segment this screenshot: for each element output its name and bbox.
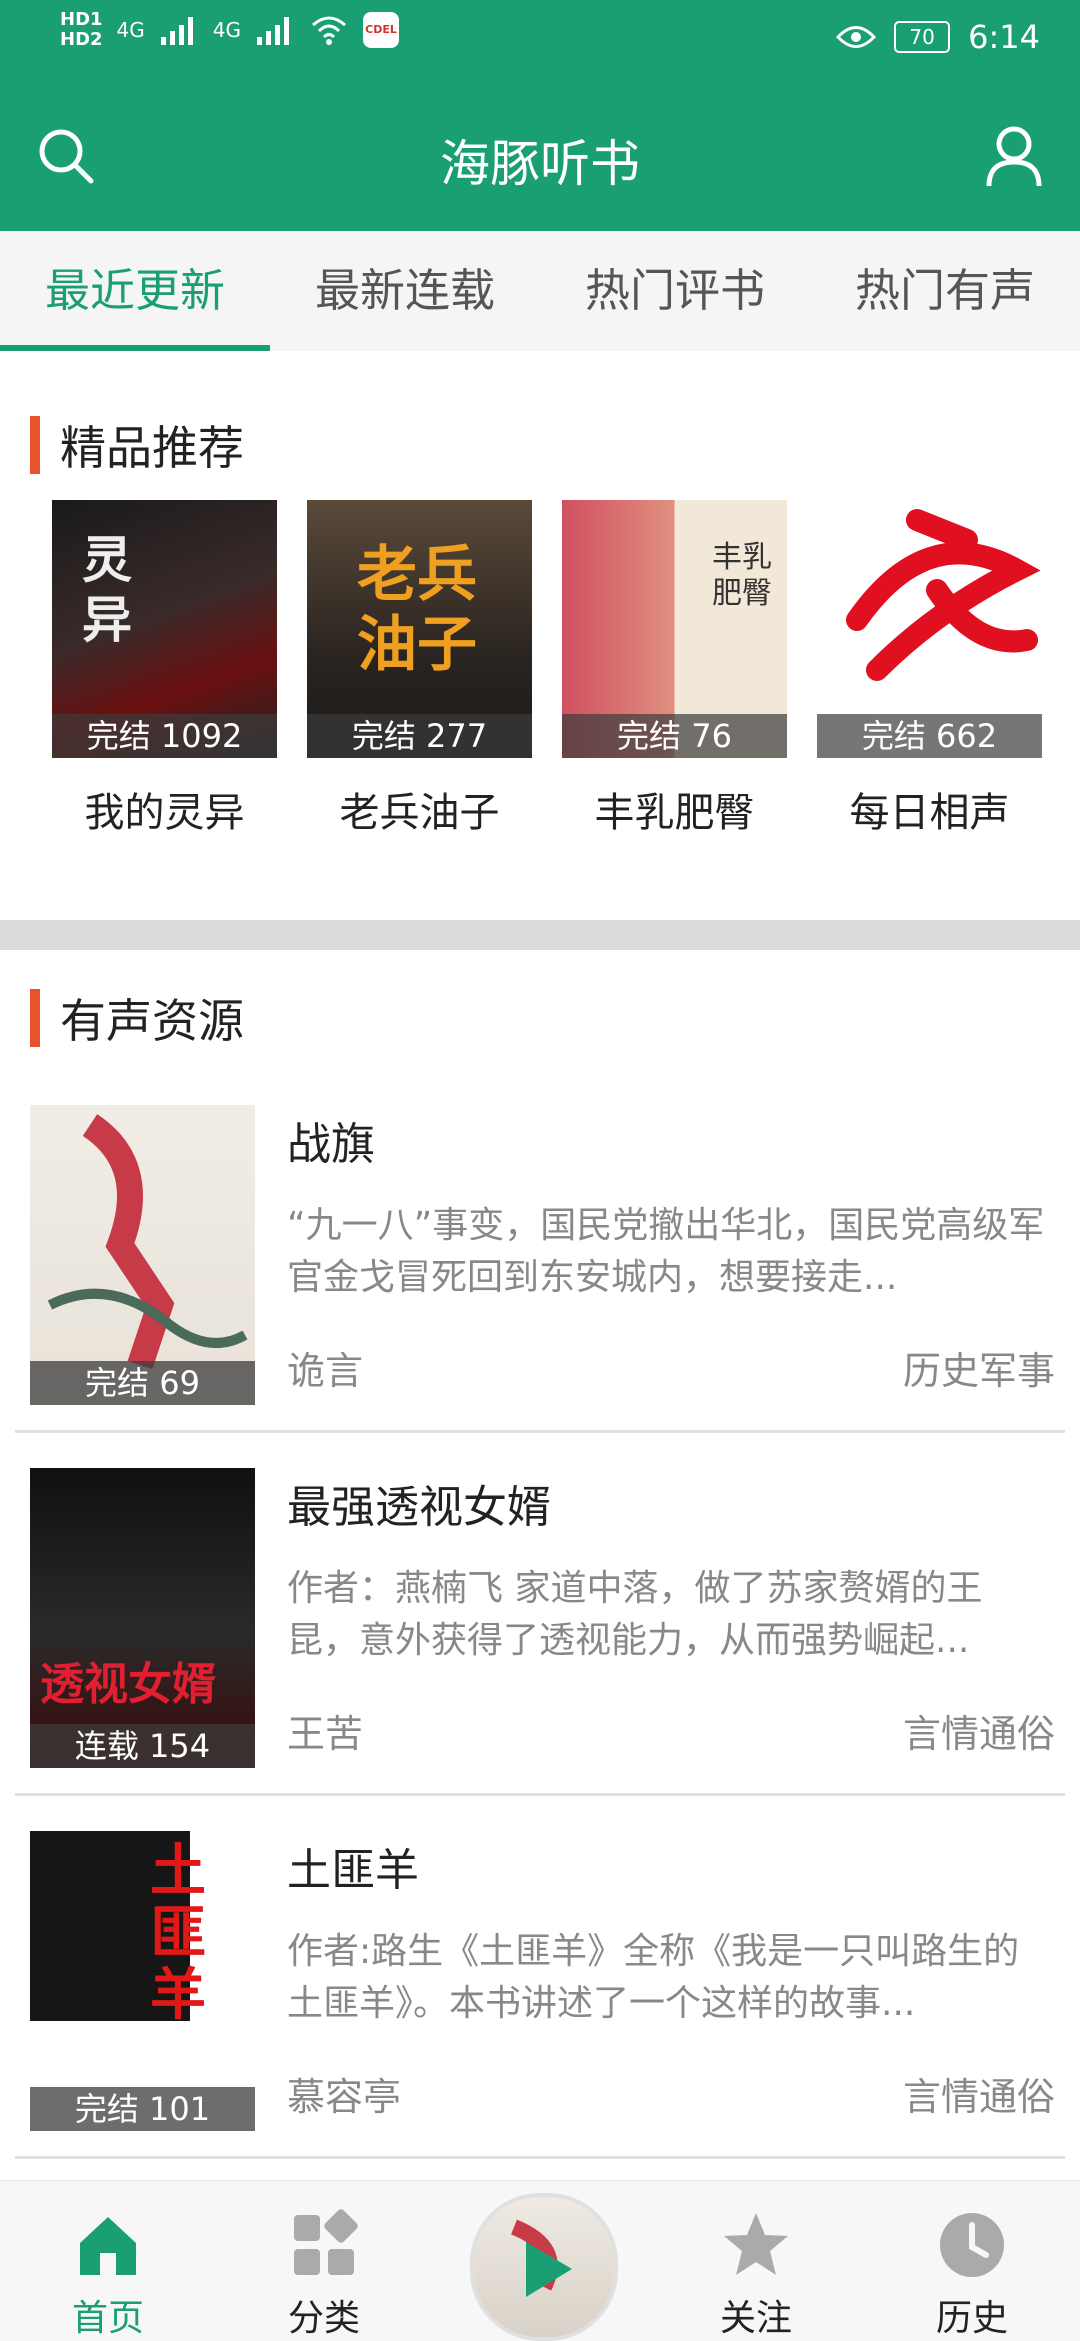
section-accent-bar: [30, 416, 40, 474]
book-description: 作者:路生《土匪羊》全称《我是一只叫路生的土匪羊》。本书讲述了一个这样的故事..…: [287, 1931, 1020, 2024]
featured-card[interactable]: 丰乳 肥臀 完结 76 丰乳肥臀: [562, 500, 787, 838]
book-name: 土匪羊: [287, 1845, 419, 1896]
book-author: 诡言: [287, 1349, 364, 1393]
app-badge-icon: CDEL: [363, 12, 399, 48]
book-cover: 土匪羊 完结 101: [30, 1831, 255, 2131]
book-name: 最强透视女婿: [287, 1482, 551, 1533]
clock: 6:14: [968, 18, 1040, 56]
cover-art: 土匪羊: [150, 1839, 206, 2028]
nav-label: 分类: [287, 2298, 360, 2339]
hd2-label: HD2: [60, 29, 103, 50]
list-item[interactable]: 土匪羊 完结 101 土匪羊 作者:路生《土匪羊》全称《我是一只叫路生的土匪羊》…: [15, 1826, 1065, 2159]
book-status: 完结 101: [30, 2087, 255, 2131]
book-genre: 言情通俗: [902, 2075, 1055, 2119]
cover-art: 老兵 油子: [357, 540, 477, 680]
book-name: 每日相声: [849, 790, 1010, 836]
book-genre: 言情通俗: [902, 1712, 1055, 1756]
book-cover: 完结 662: [817, 500, 1042, 758]
featured-list: 灵异 完结 1092 我的灵异 老兵 油子 完结 277 老兵油子 丰乳 肥臀 完结…: [0, 500, 1080, 836]
network-label-1: 4G: [116, 18, 145, 42]
book-status: 完结 69: [30, 1361, 255, 1405]
book-name: 老兵油子: [339, 790, 500, 836]
book-cover: 灵异 完结 1092: [52, 500, 277, 758]
tab-hot-pingshu[interactable]: 热门评书: [540, 231, 810, 351]
nav-history[interactable]: 历史: [864, 2181, 1080, 2341]
book-name: 丰乳肥臀: [594, 790, 755, 836]
featured-card[interactable]: 完结 662 每日相声: [817, 500, 1042, 838]
status-bar: HD1 HD2 4G 4G CDEL 70 6:14: [0, 0, 1080, 78]
signal-icon: [257, 17, 289, 45]
tab-new-serial[interactable]: 最新连载: [270, 231, 540, 351]
list-item[interactable]: 透视女婿 连载 154 最强透视女婿 作者：燕楠飞 家道中落，做了苏家赘婿的王昆…: [15, 1463, 1065, 1796]
network-label-2: 4G: [212, 18, 241, 42]
home-icon: [80, 2217, 136, 2275]
app-title: 海豚听书: [440, 135, 640, 193]
nav-home[interactable]: 首页: [0, 2181, 216, 2341]
user-icon[interactable]: [984, 124, 1044, 188]
tab-recent[interactable]: 最近更新: [0, 231, 270, 351]
book-status: 连载 154: [30, 1724, 255, 1768]
nav-follow[interactable]: 关注: [648, 2181, 864, 2341]
book-cover: 透视女婿 连载 154: [30, 1468, 255, 1768]
signal-icon: [160, 17, 193, 45]
cover-art: [846, 509, 1041, 681]
hd1-label: HD1: [60, 9, 103, 30]
cover-art: [47, 1114, 248, 1370]
featured-card[interactable]: 灵异 完结 1092 我的灵异: [52, 500, 277, 838]
star-icon: [724, 2213, 788, 2275]
book-cover: 丰乳 肥臀 完结 76: [562, 500, 787, 758]
nav-label: 关注: [719, 2298, 792, 2339]
section-accent-bar: [30, 989, 40, 1047]
book-cover: 老兵 油子 完结 277: [307, 500, 532, 758]
wifi-icon: [312, 16, 346, 45]
cover-art: 灵异: [82, 531, 132, 649]
book-status: 完结 76: [562, 714, 787, 758]
featured-card[interactable]: 老兵 油子 完结 277 老兵油子: [307, 500, 532, 838]
section-divider: [0, 920, 1080, 950]
tab-hot-audio[interactable]: 热门有声: [810, 231, 1080, 351]
nav-category[interactable]: 分类: [216, 2181, 432, 2341]
featured-section-title: 精品推荐: [30, 412, 244, 478]
category-tabs: 最近更新 最新连载 热门评书 热门有声: [0, 231, 1080, 351]
now-playing-button[interactable]: [470, 2193, 618, 2341]
book-name: 战旗: [287, 1119, 375, 1170]
audio-section-title: 有声资源: [30, 985, 244, 1051]
book-author: 慕容亭: [287, 2075, 402, 2119]
app-bar: 海豚听书: [0, 78, 1080, 231]
nav-label: 首页: [71, 2298, 144, 2339]
list-item[interactable]: 完结 69 战旗 “九一八”事变，国民党撤出华北，国民党高级军官金戈冒死回到东安…: [15, 1100, 1065, 1433]
eye-icon: [836, 26, 877, 48]
audio-title-text: 有声资源: [60, 994, 244, 1048]
book-description: “九一八”事变，国民党撤出华北，国民党高级军官金戈冒死回到东安城内，想要接走..…: [287, 1205, 1045, 1298]
featured-title-text: 精品推荐: [60, 421, 244, 475]
book-status: 完结 662: [817, 714, 1042, 758]
clock-icon: [940, 2213, 1004, 2277]
book-name: 我的灵异: [84, 790, 245, 836]
cover-art: 丰乳 肥臀: [712, 540, 772, 611]
nav-label: 历史: [935, 2298, 1008, 2339]
cover-art: 透视女婿: [40, 1659, 216, 1710]
hd-indicator: HD1 HD2: [60, 10, 103, 50]
book-description: 作者：燕楠飞 家道中落，做了苏家赘婿的王昆，意外获得了透视能力，从而强势崛起..…: [287, 1568, 983, 1661]
battery-indicator: 70: [894, 21, 951, 53]
book-status: 完结 1092: [52, 714, 277, 758]
book-genre: 历史军事: [902, 1349, 1055, 1393]
play-icon: [510, 2219, 572, 2297]
book-status: 完结 277: [307, 714, 532, 758]
category-icon: [294, 2209, 358, 2275]
book-author: 王苦: [287, 1712, 364, 1756]
book-cover: 完结 69: [30, 1105, 255, 1405]
